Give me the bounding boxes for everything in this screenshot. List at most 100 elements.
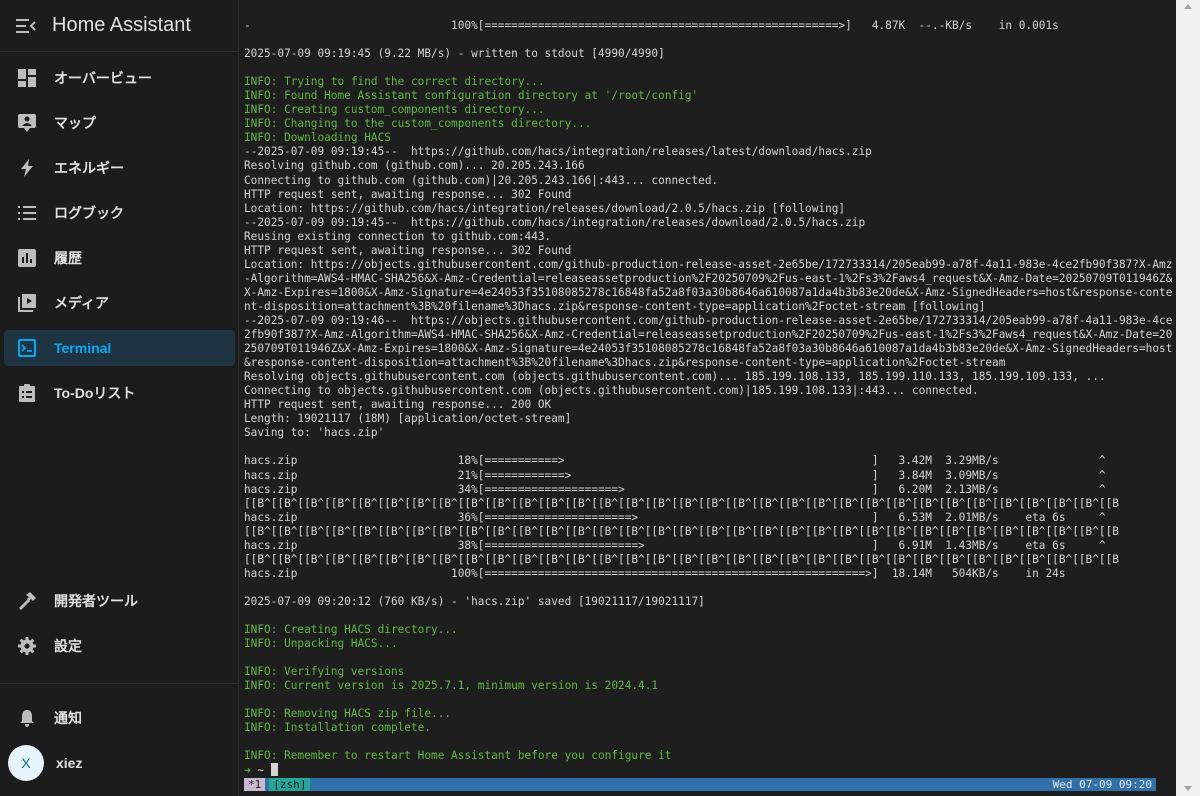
sidebar: Home Assistant オーバービュー マップ エネルギー ログブック 履… xyxy=(0,0,239,796)
terminal-line: -Algorithm=AWS4-HMAC-SHA256&X-Amz-Creden… xyxy=(244,271,1173,285)
terminal-line: 2fb90f387?X-Amz-Algorithm=AWS4-HMAC-SHA2… xyxy=(244,328,1173,342)
terminal-line: Connecting to github.com (github.com)|20… xyxy=(244,173,719,187)
sidebar-item-label: To-Doリスト xyxy=(54,385,136,401)
terminal-panel[interactable]: - 100%[=================================… xyxy=(239,0,1176,796)
sidebar-item-developer-tools[interactable]: 開発者ツール xyxy=(4,583,235,619)
sidebar-header: Home Assistant xyxy=(0,0,238,52)
sidebar-item-label: ログブック xyxy=(54,205,124,221)
terminal-line: hacs.zip 21%[============> ] 3.84M 3.09M… xyxy=(244,468,1106,482)
sidebar-item-label: 設定 xyxy=(54,638,82,654)
sidebar-item-label: オーバービュー xyxy=(54,70,152,86)
terminal-line: --2025-07-09 09:19:46-- https://objects.… xyxy=(244,313,1173,327)
sidebar-item-energy[interactable]: エネルギー xyxy=(4,150,235,186)
terminal-line: 2025-07-09 09:19:45 (9.22 MB/s) - writte… xyxy=(244,47,665,61)
terminal-output: - 100%[=================================… xyxy=(244,19,1172,778)
sidebar-item-overview[interactable]: オーバービュー xyxy=(4,60,235,96)
sidebar-item-label: マップ xyxy=(54,115,96,131)
terminal-line: - 100%[=================================… xyxy=(244,19,1059,32)
terminal-line: INFO: Creating custom_components directo… xyxy=(244,103,545,117)
terminal-line: INFO: Installation complete. xyxy=(244,721,432,735)
console-icon xyxy=(17,338,37,358)
sidebar-divider xyxy=(0,683,238,684)
prompt-directory: ~ xyxy=(257,764,265,778)
tmux-window-number: *1 xyxy=(244,778,266,791)
terminal-line: HTTP request sent, awaiting response... … xyxy=(244,187,572,201)
terminal-line: Location: https://github.com/hacs/integr… xyxy=(244,201,846,215)
terminal-line: INFO: Removing HACS zip file... xyxy=(244,707,452,721)
terminal-line: [[B^[[B^[[B^[[B^[[B^[[B^[[B^[[B^[[B^[[B^… xyxy=(244,524,1119,538)
terminal-line: Length: 19021117 (18M) [application/octe… xyxy=(244,412,572,426)
avatar: X xyxy=(8,745,44,781)
terminal-line: Location: https://objects.githubusercont… xyxy=(244,257,1173,271)
sidebar-item-logbook[interactable]: ログブック xyxy=(4,195,235,231)
tmux-window-name: [zsh] xyxy=(269,778,311,791)
terminal-line: Resolving github.com (github.com)... 20.… xyxy=(244,159,585,173)
sidebar-item-label: 開発者ツール xyxy=(54,593,138,609)
sidebar-item-settings[interactable]: 設定 xyxy=(4,628,235,664)
bell-icon xyxy=(17,708,37,728)
terminal-line: 2025-07-09 09:20:12 (760 KB/s) - 'hacs.z… xyxy=(244,594,705,608)
terminal-line: Reusing existing connection to github.co… xyxy=(244,229,552,243)
sidebar-item-user[interactable]: X xiez xyxy=(4,740,235,786)
prompt-arrow-icon: ➜ xyxy=(244,764,251,778)
terminal-line: INFO: Found Home Assistant configuration… xyxy=(244,89,699,103)
terminal-line: &response-content-disposition=attachment… xyxy=(244,356,1006,370)
terminal-line: hacs.zip 100%[==========================… xyxy=(244,566,1066,580)
terminal-line: INFO: Changing to the custom_components … xyxy=(244,117,592,131)
terminal-line: HTTP request sent, awaiting response... … xyxy=(244,398,552,412)
terminal-prompt-line[interactable]: ➜ ~ xyxy=(244,763,1172,777)
scroll-up-arrow-icon[interactable] xyxy=(1184,4,1192,9)
page-scrollbar[interactable] xyxy=(1176,0,1200,796)
terminal-line: INFO: Unpacking HACS... xyxy=(244,637,398,651)
menu-collapse-icon[interactable] xyxy=(16,16,38,36)
play-box-icon xyxy=(17,293,37,313)
terminal-line: Saving to: 'hacs.zip' xyxy=(244,426,385,440)
terminal-cursor xyxy=(270,763,278,777)
sidebar-item-label: 通知 xyxy=(54,710,82,726)
terminal-line: X-Amz-Expires=1800&X-Amz-Signature=4e240… xyxy=(244,285,1173,299)
sidebar-item-history[interactable]: 履歴 xyxy=(4,240,235,276)
terminal-line: INFO: Verifying versions xyxy=(244,665,405,679)
clipboard-list-icon xyxy=(17,383,37,403)
terminal-line: [[B^[[B^[[B^[[B^[[B^[[B^[[B^[[B^[[B^[[B^… xyxy=(244,552,1119,566)
sidebar-item-label: Terminal xyxy=(54,340,112,356)
terminal-line: Resolving objects.githubusercontent.com … xyxy=(244,370,1106,384)
scroll-down-arrow-icon[interactable] xyxy=(1184,786,1192,791)
sidebar-item-media[interactable]: メディア xyxy=(4,285,235,321)
tmux-datetime: Wed 07-09 09:20 xyxy=(1052,778,1152,791)
sidebar-item-map[interactable]: マップ xyxy=(4,105,235,141)
terminal-line: --2025-07-09 09:19:45-- https://github.c… xyxy=(244,215,866,229)
terminal-line: nt-disposition=attachment%3B%20filename%… xyxy=(244,299,986,313)
terminal-line: --2025-07-09 09:19:45-- https://github.c… xyxy=(244,145,872,159)
terminal-line: hacs.zip 36%[======================> ] 6… xyxy=(244,510,1106,524)
sidebar-item-todo[interactable]: To-Doリスト xyxy=(4,375,235,411)
terminal-line: 250709T011946Z&X-Amz-Expires=1800&X-Amz-… xyxy=(244,342,1173,356)
terminal-line: [[B^[[B^[[B^[[B^[[B^[[B^[[B^[[B^[[B^[[B^… xyxy=(244,496,1119,510)
dashboard-icon xyxy=(17,68,37,88)
user-name: xiez xyxy=(56,755,83,771)
chart-box-icon xyxy=(17,248,37,268)
terminal-line: INFO: Downloading HACS xyxy=(244,131,391,145)
sidebar-item-label: エネルギー xyxy=(54,160,124,176)
terminal-line: hacs.zip 18%[===========> ] 3.42M 3.29MB… xyxy=(244,454,1106,468)
lightning-icon xyxy=(17,158,37,178)
sidebar-item-label: メディア xyxy=(54,295,110,311)
app-title: Home Assistant xyxy=(52,14,191,36)
terminal-line: hacs.zip 34%[====================> ] 6.2… xyxy=(244,482,1106,496)
sidebar-item-label: 履歴 xyxy=(54,250,82,266)
sidebar-item-notifications[interactable]: 通知 xyxy=(4,700,235,736)
map-account-icon xyxy=(17,113,37,133)
tmux-status-bar: *1 [zsh] Wed 07-09 09:20 xyxy=(244,778,1156,791)
terminal-line: hacs.zip 38%[=======================> ] … xyxy=(244,538,1106,552)
sidebar-item-terminal[interactable]: Terminal xyxy=(4,330,235,366)
terminal-line: Connecting to objects.githubusercontent.… xyxy=(244,384,979,398)
hammer-icon xyxy=(17,591,37,611)
